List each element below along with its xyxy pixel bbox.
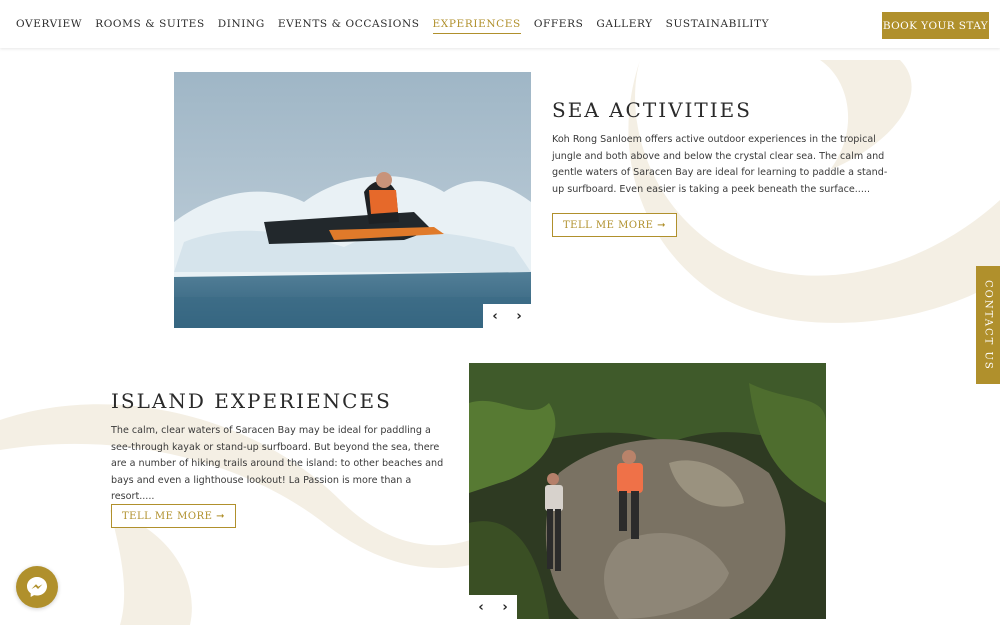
sea-activities-title: SEA ACTIVITIES (552, 98, 752, 122)
nav-overview[interactable]: OVERVIEW (16, 0, 82, 48)
main-menu: OVERVIEW ROOMS & SUITES DINING EVENTS & … (16, 0, 782, 48)
messenger-icon (27, 577, 47, 597)
island-carousel-controls: ‹ › (469, 595, 517, 619)
nav-rooms-suites[interactable]: ROOMS & SUITES (95, 0, 205, 48)
nav-dining[interactable]: DINING (218, 0, 265, 48)
island-experiences-title: ISLAND EXPERIENCES (111, 389, 392, 413)
contact-us-label: CONTACT US (982, 279, 994, 371)
sea-activities-description: Koh Rong Sanloem offers active outdoor e… (552, 134, 888, 195)
top-navigation: OVERVIEW ROOMS & SUITES DINING EVENTS & … (0, 0, 1000, 48)
island-experiences-description: The calm, clear waters of Saracen Bay ma… (111, 425, 444, 503)
nav-sustainability[interactable]: SUSTAINABILITY (666, 0, 769, 48)
book-your-stay-button[interactable]: BOOK YOUR STAY (882, 12, 989, 39)
nav-offers[interactable]: OFFERS (534, 0, 584, 48)
jet-ski-photo (174, 72, 531, 328)
chevron-right-icon[interactable]: › (507, 304, 531, 328)
messenger-chat-button[interactable] (16, 566, 58, 608)
island-tell-me-more-button[interactable]: TELL ME MORE ➞ (111, 504, 236, 528)
sea-carousel-controls: ‹ › (483, 304, 531, 328)
jungle-hiking-photo (469, 363, 826, 619)
chevron-left-icon[interactable]: ‹ (483, 304, 507, 328)
nav-gallery[interactable]: GALLERY (596, 0, 652, 48)
nav-experiences[interactable]: EXPERIENCES (432, 0, 522, 48)
nav-events-occasions[interactable]: EVENTS & OCCASIONS (278, 0, 420, 48)
sea-tell-me-more-button[interactable]: TELL ME MORE ➞ (552, 213, 677, 237)
contact-us-tab[interactable]: CONTACT US (976, 266, 1000, 384)
chevron-right-icon[interactable]: › (493, 595, 517, 619)
chevron-left-icon[interactable]: ‹ (469, 595, 493, 619)
